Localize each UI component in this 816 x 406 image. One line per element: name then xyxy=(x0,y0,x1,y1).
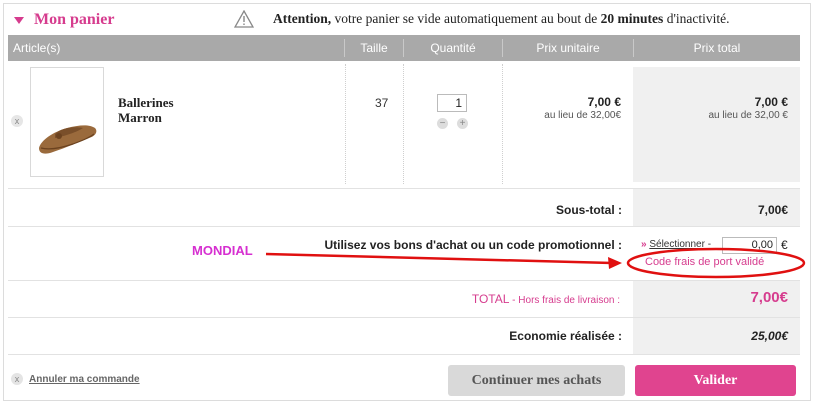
annotation-arrow xyxy=(265,252,613,265)
annotation-circle xyxy=(626,247,806,279)
annotation-overlay xyxy=(265,247,806,279)
arrow-head-icon xyxy=(608,257,622,269)
